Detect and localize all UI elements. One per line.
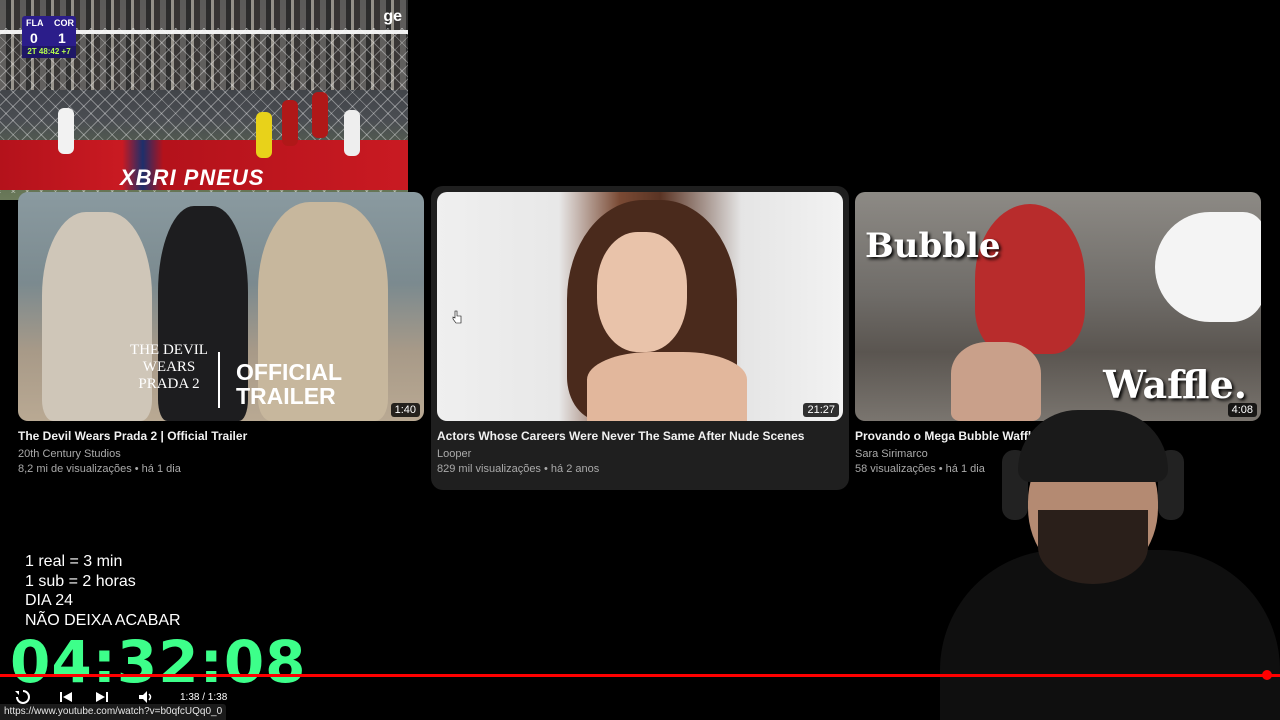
status-bar-url: https://www.youtube.com/watch?v=b0qfcUQq…	[0, 704, 227, 720]
broadcaster-logo: ge	[383, 8, 402, 25]
duration-badge: 21:27	[803, 403, 839, 417]
previous-icon[interactable]	[58, 689, 74, 705]
video-thumbnail[interactable]: Bubble Waffle. 4:08	[855, 192, 1261, 421]
parked-car	[1155, 212, 1261, 322]
video-title[interactable]: Actors Whose Careers Were Never The Same…	[437, 429, 843, 443]
rule-line: DIA 24	[25, 592, 74, 609]
person-shoulders	[587, 352, 747, 421]
video-title[interactable]: The Devil Wears Prada 2 | Official Trail…	[18, 429, 424, 443]
thumbnail-caption: OFFICIAL TRAILER	[236, 360, 342, 408]
goalkeeper-figure	[256, 112, 272, 158]
video-metadata: 8,2 mi de visualizações • há 1 dia	[18, 463, 181, 475]
video-metadata: 829 mil visualizações • há 2 anos	[437, 463, 600, 475]
video-thumbnail[interactable]: THE DEVIL WEARS PRADA 2 OFFICIAL TRAILER…	[18, 192, 424, 421]
video-thumbnail[interactable]: 21:27	[437, 192, 843, 421]
streamer-webcam	[940, 400, 1280, 720]
advertising-text: XBRI PNEUS	[120, 165, 265, 190]
volume-icon[interactable]	[138, 689, 156, 705]
replay-icon[interactable]	[14, 689, 32, 705]
player-figure	[344, 110, 360, 156]
channel-name[interactable]: 20th Century Studios	[18, 448, 424, 460]
video-card[interactable]: THE DEVIL WEARS PRADA 2 OFFICIAL TRAILER…	[18, 192, 424, 475]
player-figure	[58, 108, 74, 154]
movie-logo: THE DEVIL WEARS PRADA 2	[130, 342, 208, 392]
home-team-label: FLA	[26, 18, 44, 28]
thumbnail-caption-line: TRAILER	[236, 383, 336, 409]
match-clock: 2T 48:42 +7	[22, 46, 76, 58]
player-figure	[282, 100, 298, 146]
time-display: 1:38 / 1:38	[180, 692, 228, 703]
streamer-beard	[1038, 510, 1148, 584]
away-score: 1	[58, 30, 66, 46]
hand-cursor-icon	[452, 310, 462, 324]
away-team-label: COR	[54, 18, 74, 28]
logo-divider	[218, 352, 220, 408]
scoreboard: FLA COR 0 1 2T 48:42 +7	[22, 16, 76, 58]
streamer-beanie	[1018, 410, 1168, 482]
player-figure	[312, 92, 328, 138]
person-face	[597, 232, 687, 352]
progress-bar[interactable]	[0, 674, 1280, 677]
duration-badge: 1:40	[390, 403, 420, 417]
subathon-timer: 04:32:08	[10, 628, 307, 696]
home-score: 0	[30, 30, 38, 46]
thumbnail-caption-top: Bubble	[865, 226, 1001, 266]
rule-line: 1 real = 3 min	[25, 553, 123, 570]
channel-name[interactable]: Looper	[437, 448, 843, 460]
thumbnail-caption-line: OFFICIAL	[236, 359, 343, 385]
match-video-overlay: XBRI PNEUS FLA COR 0 1 2T 48:42 +7 ge	[0, 0, 408, 200]
stream-rules: 1 real = 3 min 1 sub = 2 horas DIA 24 NÃ…	[25, 552, 181, 630]
next-icon[interactable]	[94, 689, 110, 705]
rule-line: 1 sub = 2 horas	[25, 572, 136, 590]
progress-scrubber[interactable]	[1262, 670, 1272, 680]
video-card[interactable]: 21:27 Actors Whose Careers Were Never Th…	[431, 186, 849, 490]
